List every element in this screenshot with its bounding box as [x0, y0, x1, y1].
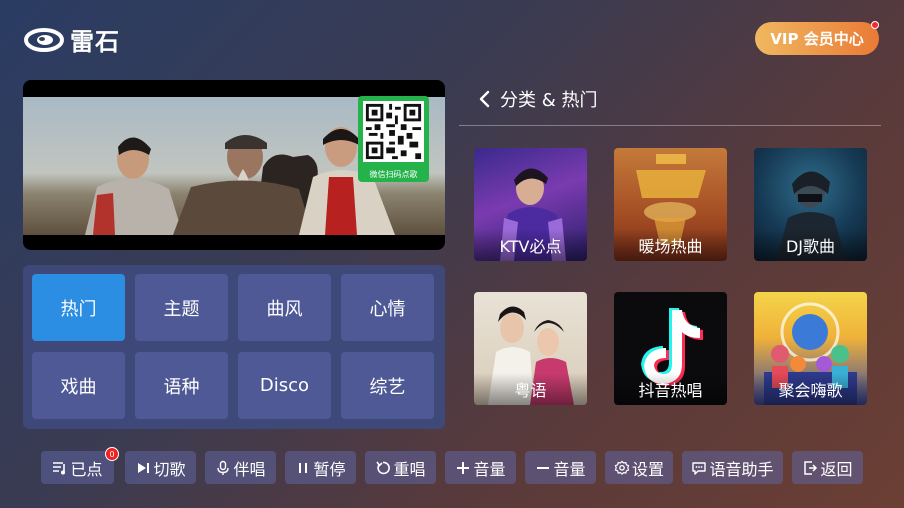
- skip-song-button[interactable]: 切歌: [125, 451, 196, 484]
- exit-icon: [804, 460, 818, 475]
- volume-up-button[interactable]: 音量: [445, 451, 516, 484]
- pause-icon: [299, 462, 308, 473]
- pause-button[interactable]: 暂停: [285, 451, 356, 484]
- accompaniment-button[interactable]: 伴唱: [205, 451, 276, 484]
- category-disco[interactable]: Disco: [238, 352, 331, 419]
- section-title: 分类 & 热门: [500, 90, 598, 111]
- queued-count-badge: 0: [105, 447, 119, 461]
- volume-up-label: 音量: [473, 459, 506, 479]
- brand-logo: 雷石: [24, 22, 120, 57]
- brand-name: 雷石: [70, 28, 120, 56]
- category-language[interactable]: 语种: [135, 352, 228, 419]
- qr-code-icon: [363, 101, 424, 162]
- category-theme[interactable]: 主题: [135, 274, 228, 341]
- queued-songs-button[interactable]: 已点: [41, 451, 114, 484]
- voice-assistant-button[interactable]: 语音助手: [682, 451, 783, 484]
- back-label: 返回: [820, 459, 853, 479]
- category-style[interactable]: 曲风: [238, 274, 331, 341]
- chat-bubble-icon: [692, 461, 707, 475]
- vip-label: VIP 会员中心: [770, 30, 864, 48]
- back-button[interactable]: 返回: [792, 451, 863, 484]
- skip-label: 切歌: [153, 459, 186, 479]
- category-label: 心情: [369, 298, 406, 320]
- settings-label: 设置: [631, 459, 664, 479]
- tile-label: 聚会嗨歌: [754, 373, 867, 405]
- category-label: 综艺: [369, 376, 406, 398]
- replay-button[interactable]: 重唱: [365, 451, 436, 484]
- section-divider: [459, 125, 881, 126]
- volume-down-button[interactable]: 音量: [525, 451, 596, 484]
- voice-label: 语音助手: [709, 459, 774, 479]
- playlist-icon: [53, 461, 66, 474]
- gear-icon: [614, 460, 630, 475]
- accompany-label: 伴唱: [233, 459, 266, 479]
- category-opera[interactable]: 戏曲: [32, 352, 125, 419]
- leishi-logo-icon: [24, 27, 64, 52]
- tile-party-songs[interactable]: 聚会嗨歌: [754, 292, 867, 405]
- category-label: 热门: [60, 298, 97, 320]
- tile-douyin-hits[interactable]: 抖音热唱: [614, 292, 727, 405]
- chevron-left-icon: [479, 90, 490, 108]
- tile-ktv-must[interactable]: KTV必点: [474, 148, 587, 261]
- plus-icon: [457, 461, 470, 474]
- tile-warmup-hits[interactable]: 暖场热曲: [614, 148, 727, 261]
- category-variety[interactable]: 综艺: [341, 352, 434, 419]
- settings-button[interactable]: 设置: [605, 451, 673, 484]
- replay-label: 重唱: [393, 459, 426, 479]
- volume-down-label: 音量: [553, 459, 586, 479]
- tile-label: DJ歌曲: [754, 229, 867, 261]
- microphone-icon: [217, 460, 230, 475]
- category-label: 戏曲: [60, 376, 97, 398]
- tile-label: 抖音热唱: [614, 373, 727, 405]
- category-label: 曲风: [266, 298, 303, 320]
- vip-notification-dot: [871, 21, 879, 29]
- pause-label: 暂停: [313, 459, 346, 479]
- category-label: Disco: [259, 375, 310, 396]
- category-label: 语种: [163, 376, 200, 398]
- tile-label: 暖场热曲: [614, 229, 727, 261]
- skip-next-icon: [138, 462, 150, 473]
- minus-icon: [537, 466, 550, 469]
- tile-dj-songs[interactable]: DJ歌曲: [754, 148, 867, 261]
- wechat-qr-panel: 微信扫码点歌: [358, 96, 429, 182]
- vip-center-button[interactable]: VIP 会员中心: [755, 21, 879, 55]
- category-label: 主题: [163, 298, 200, 320]
- tile-label: 粤语: [474, 373, 587, 405]
- category-mood[interactable]: 心情: [341, 274, 434, 341]
- category-hot[interactable]: 热门: [32, 274, 125, 341]
- queued-label: 已点: [70, 459, 103, 479]
- section-header[interactable]: 分类 & 热门: [478, 86, 597, 112]
- qr-caption: 微信扫码点歌: [369, 170, 418, 179]
- replay-icon: [376, 461, 391, 474]
- tile-cantonese[interactable]: 粤语: [474, 292, 587, 405]
- tile-label: KTV必点: [474, 229, 587, 261]
